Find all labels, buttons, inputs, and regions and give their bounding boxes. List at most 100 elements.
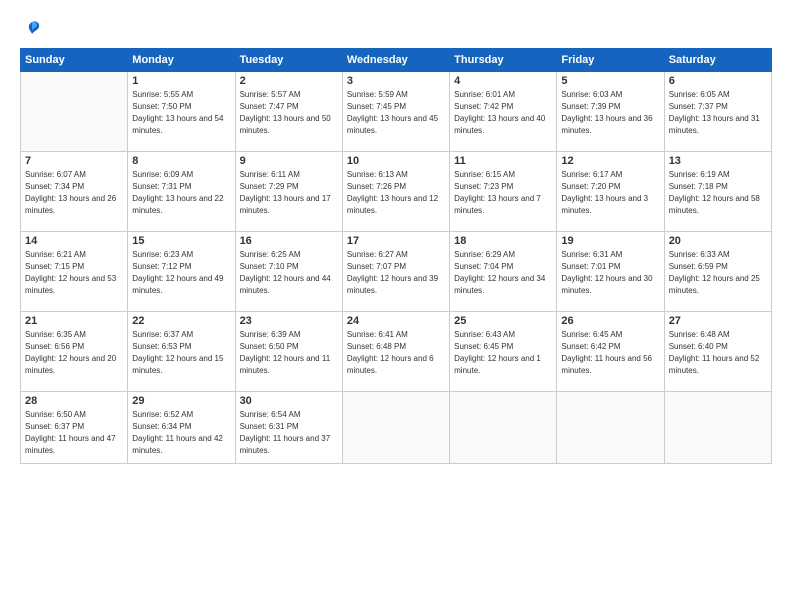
col-thursday: Thursday	[450, 49, 557, 72]
day-info: Sunrise: 6:05 AMSunset: 7:37 PMDaylight:…	[669, 89, 767, 137]
calendar-cell: 5 Sunrise: 6:03 AMSunset: 7:39 PMDaylight…	[557, 72, 664, 152]
calendar-cell	[664, 392, 771, 464]
header	[20, 18, 772, 38]
day-number: 6	[669, 75, 767, 87]
day-info: Sunrise: 5:55 AMSunset: 7:50 PMDaylight:…	[132, 89, 230, 137]
day-number: 30	[240, 395, 338, 407]
logo-text	[20, 18, 42, 38]
day-info: Sunrise: 6:21 AMSunset: 7:15 PMDaylight:…	[25, 249, 123, 297]
day-info: Sunrise: 6:15 AMSunset: 7:23 PMDaylight:…	[454, 169, 552, 217]
calendar-cell: 27Sunrise: 6:48 AMSunset: 6:40 PMDayligh…	[664, 312, 771, 392]
week-row-1: 7Sunrise: 6:07 AMSunset: 7:34 PMDaylight…	[21, 152, 772, 232]
col-saturday: Saturday	[664, 49, 771, 72]
calendar-cell	[557, 392, 664, 464]
calendar-cell: 22 Sunrise: 6:37 AMSunset: 6:53 PMDayligh…	[128, 312, 235, 392]
week-row-3: 21 Sunrise: 6:35 AMSunset: 6:56 PMDayligh…	[21, 312, 772, 392]
week-row-2: 14 Sunrise: 6:21 AMSunset: 7:15 PMDayligh…	[21, 232, 772, 312]
day-number: 13	[669, 155, 767, 167]
calendar-cell: 16 Sunrise: 6:25 AMSunset: 7:10 PMDayligh…	[235, 232, 342, 312]
day-number: 26	[561, 315, 659, 327]
day-info: Sunrise: 6:03 AMSunset: 7:39 PMDaylight:…	[561, 89, 659, 137]
calendar-cell: 3 Sunrise: 5:59 AMSunset: 7:45 PMDaylight…	[342, 72, 449, 152]
col-wednesday: Wednesday	[342, 49, 449, 72]
calendar-cell: 11 Sunrise: 6:15 AMSunset: 7:23 PMDayligh…	[450, 152, 557, 232]
calendar-table: Sunday Monday Tuesday Wednesday Thursday…	[20, 48, 772, 464]
day-info: Sunrise: 6:43 AMSunset: 6:45 PMDaylight:…	[454, 329, 552, 377]
day-number: 19	[561, 235, 659, 247]
day-number: 2	[240, 75, 338, 87]
day-info: Sunrise: 6:17 AMSunset: 7:20 PMDaylight:…	[561, 169, 659, 217]
calendar-cell	[21, 72, 128, 152]
calendar-cell	[450, 392, 557, 464]
day-number: 25	[454, 315, 552, 327]
day-number: 27	[669, 315, 767, 327]
calendar-cell: 24 Sunrise: 6:41 AMSunset: 6:48 PMDayligh…	[342, 312, 449, 392]
day-info: Sunrise: 5:59 AMSunset: 7:45 PMDaylight:…	[347, 89, 445, 137]
day-info: Sunrise: 6:33 AMSunset: 6:59 PMDaylight:…	[669, 249, 767, 297]
day-number: 20	[669, 235, 767, 247]
day-info: Sunrise: 6:23 AMSunset: 7:12 PMDaylight:…	[132, 249, 230, 297]
day-number: 8	[132, 155, 230, 167]
calendar-cell: 17Sunrise: 6:27 AMSunset: 7:07 PMDayligh…	[342, 232, 449, 312]
day-number: 5	[561, 75, 659, 87]
day-number: 11	[454, 155, 552, 167]
header-row: Sunday Monday Tuesday Wednesday Thursday…	[21, 49, 772, 72]
calendar-cell: 13 Sunrise: 6:19 AMSunset: 7:18 PMDayligh…	[664, 152, 771, 232]
col-monday: Monday	[128, 49, 235, 72]
logo	[20, 18, 42, 38]
col-friday: Friday	[557, 49, 664, 72]
day-number: 18	[454, 235, 552, 247]
day-number: 15	[132, 235, 230, 247]
day-number: 28	[25, 395, 123, 407]
day-number: 12	[561, 155, 659, 167]
calendar-cell: 21 Sunrise: 6:35 AMSunset: 6:56 PMDayligh…	[21, 312, 128, 392]
day-info: Sunrise: 6:35 AMSunset: 6:56 PMDaylight:…	[25, 329, 123, 377]
day-info: Sunrise: 6:27 AMSunset: 7:07 PMDaylight:…	[347, 249, 445, 297]
day-number: 16	[240, 235, 338, 247]
calendar-cell: 6 Sunrise: 6:05 AMSunset: 7:37 PMDaylight…	[664, 72, 771, 152]
day-number: 24	[347, 315, 445, 327]
calendar-cell: 12 Sunrise: 6:17 AMSunset: 7:20 PMDayligh…	[557, 152, 664, 232]
calendar-cell: 26Sunrise: 6:45 AMSunset: 6:42 PMDayligh…	[557, 312, 664, 392]
day-number: 14	[25, 235, 123, 247]
calendar-cell: 20 Sunrise: 6:33 AMSunset: 6:59 PMDayligh…	[664, 232, 771, 312]
calendar-cell: 18 Sunrise: 6:29 AMSunset: 7:04 PMDayligh…	[450, 232, 557, 312]
calendar-cell: 19 Sunrise: 6:31 AMSunset: 7:01 PMDayligh…	[557, 232, 664, 312]
page: Sunday Monday Tuesday Wednesday Thursday…	[0, 0, 792, 612]
calendar-cell: 14 Sunrise: 6:21 AMSunset: 7:15 PMDayligh…	[21, 232, 128, 312]
day-number: 9	[240, 155, 338, 167]
day-info: Sunrise: 6:25 AMSunset: 7:10 PMDaylight:…	[240, 249, 338, 297]
calendar-cell: 7Sunrise: 6:07 AMSunset: 7:34 PMDaylight…	[21, 152, 128, 232]
calendar-cell: 4 Sunrise: 6:01 AMSunset: 7:42 PMDaylight…	[450, 72, 557, 152]
calendar-cell: 8Sunrise: 6:09 AMSunset: 7:31 PMDaylight…	[128, 152, 235, 232]
col-sunday: Sunday	[21, 49, 128, 72]
day-number: 3	[347, 75, 445, 87]
day-number: 21	[25, 315, 123, 327]
day-info: Sunrise: 6:31 AMSunset: 7:01 PMDaylight:…	[561, 249, 659, 297]
day-number: 22	[132, 315, 230, 327]
day-info: Sunrise: 6:37 AMSunset: 6:53 PMDaylight:…	[132, 329, 230, 377]
logo-bird-icon	[22, 18, 42, 38]
day-info: Sunrise: 6:29 AMSunset: 7:04 PMDaylight:…	[454, 249, 552, 297]
calendar-cell: 9Sunrise: 6:11 AMSunset: 7:29 PMDaylight…	[235, 152, 342, 232]
calendar-cell: 2 Sunrise: 5:57 AMSunset: 7:47 PMDaylight…	[235, 72, 342, 152]
day-number: 23	[240, 315, 338, 327]
calendar-cell: 10 Sunrise: 6:13 AMSunset: 7:26 PMDayligh…	[342, 152, 449, 232]
calendar-cell: 28Sunrise: 6:50 AMSunset: 6:37 PMDayligh…	[21, 392, 128, 464]
day-info: Sunrise: 6:39 AMSunset: 6:50 PMDaylight:…	[240, 329, 338, 377]
day-info: Sunrise: 6:13 AMSunset: 7:26 PMDaylight:…	[347, 169, 445, 217]
day-info: Sunrise: 6:41 AMSunset: 6:48 PMDaylight:…	[347, 329, 445, 377]
day-info: Sunrise: 6:54 AMSunset: 6:31 PMDaylight:…	[240, 409, 338, 457]
calendar-cell: 29Sunrise: 6:52 AMSunset: 6:34 PMDayligh…	[128, 392, 235, 464]
day-info: Sunrise: 5:57 AMSunset: 7:47 PMDaylight:…	[240, 89, 338, 137]
day-number: 1	[132, 75, 230, 87]
day-number: 10	[347, 155, 445, 167]
calendar-cell	[342, 392, 449, 464]
day-info: Sunrise: 6:19 AMSunset: 7:18 PMDaylight:…	[669, 169, 767, 217]
day-info: Sunrise: 6:01 AMSunset: 7:42 PMDaylight:…	[454, 89, 552, 137]
calendar-cell: 25 Sunrise: 6:43 AMSunset: 6:45 PMDayligh…	[450, 312, 557, 392]
day-number: 4	[454, 75, 552, 87]
day-info: Sunrise: 6:52 AMSunset: 6:34 PMDaylight:…	[132, 409, 230, 457]
week-row-4: 28Sunrise: 6:50 AMSunset: 6:37 PMDayligh…	[21, 392, 772, 464]
col-tuesday: Tuesday	[235, 49, 342, 72]
